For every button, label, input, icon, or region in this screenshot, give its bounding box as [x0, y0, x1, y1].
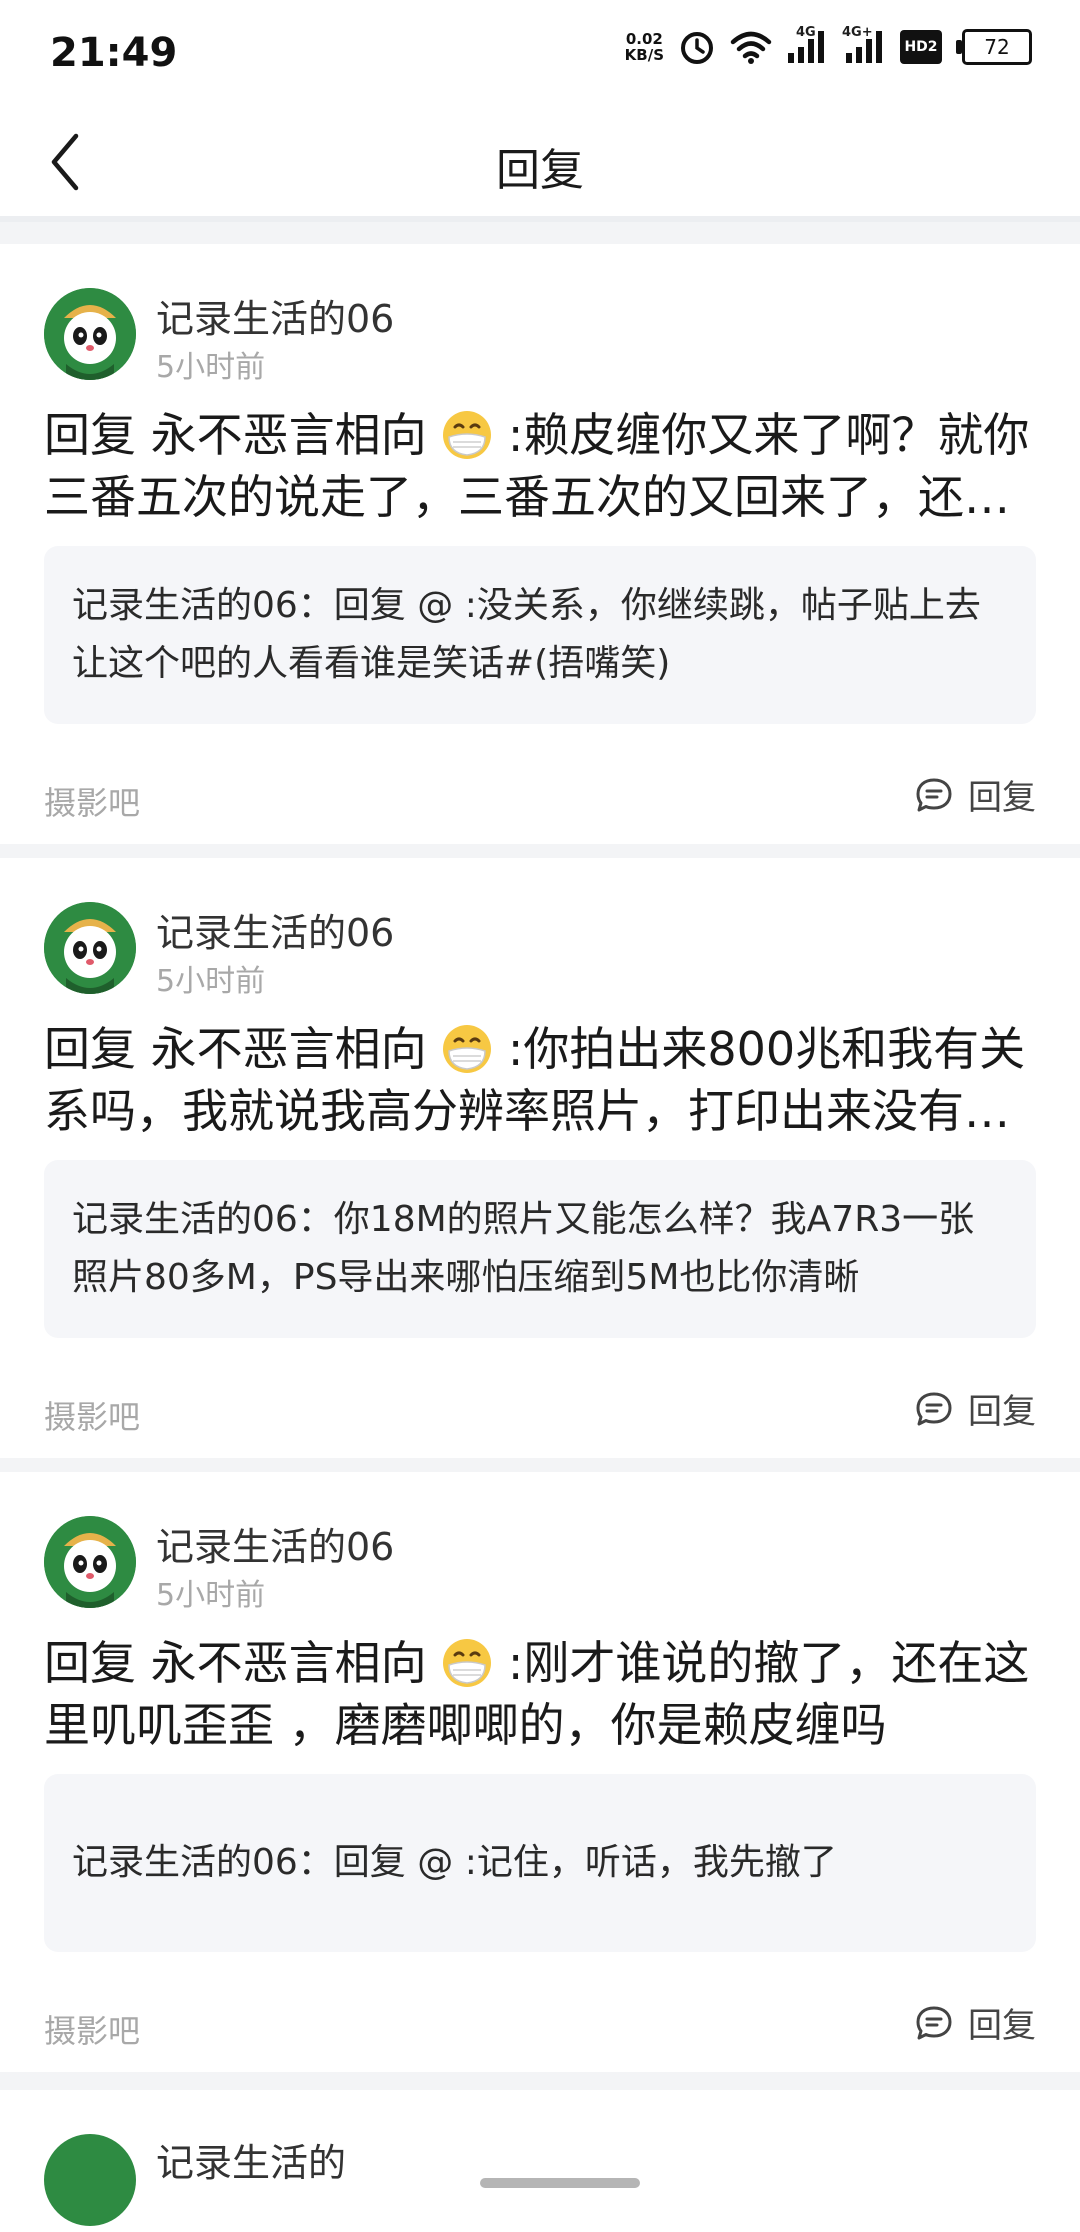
forum-name[interactable]: 摄影吧 [44, 2006, 140, 2052]
net-speed: 0.02 KB/S [624, 30, 664, 64]
avatar[interactable] [44, 1516, 136, 1608]
reply-prefix: 回复 永不恶言相向 [44, 408, 427, 462]
hd-icon: HD2 [900, 30, 942, 64]
reply-prefix: 回复 永不恶言相向 [44, 1022, 427, 1076]
comment-icon [916, 778, 952, 811]
mask-face-emoji-icon [443, 1025, 492, 1073]
username[interactable]: 记录生活的 [156, 2132, 346, 2187]
username[interactable]: 记录生活的06 [156, 902, 394, 957]
forum-name[interactable]: 摄影吧 [44, 778, 140, 824]
status-bar: 21:49 0.02 KB/S 4G 4G+ HD2 72 [0, 0, 1080, 108]
reply-button[interactable]: 回复 [914, 770, 1036, 819]
home-indicator[interactable] [480, 2178, 640, 2188]
avatar[interactable] [44, 288, 136, 380]
quoted-text: 记录生活的06：回复 @ :记住，听话，我先撤了 [72, 1842, 837, 1883]
reply-label: 回复 [968, 2006, 1036, 2046]
reply-text[interactable]: 回复 永不恶言相向 :刚才谁说的撤了，还在这里叽叽歪歪 ，磨磨唧唧的，你是赖皮缠… [44, 1632, 1036, 1756]
page-title: 回复 [496, 145, 584, 196]
alarm-icon [681, 32, 713, 64]
panda-avatar-icon [44, 902, 136, 994]
quoted-reply[interactable]: 记录生活的06：回复 @ :记住，听话，我先撤了 [44, 1774, 1036, 1952]
reply-label: 回复 [968, 1392, 1036, 1432]
quoted-reply[interactable]: 记录生活的06：回复 @ :没关系，你继续跳，帖子贴上去让这个吧的人看看谁是笑话… [44, 546, 1036, 724]
avatar[interactable] [44, 902, 136, 994]
avatar[interactable] [44, 2134, 136, 2226]
forum-name[interactable]: 摄影吧 [44, 1392, 140, 1438]
reply-button[interactable]: 回复 [914, 1384, 1036, 1433]
username[interactable]: 记录生活的06 [156, 1516, 394, 1571]
quoted-reply[interactable]: 记录生活的06：你18M的照片又能怎么样？我A7R3一张照片80多M，PS导出来… [44, 1160, 1036, 1338]
username[interactable]: 记录生活的06 [156, 288, 394, 343]
signal-icon: 4G+ [840, 25, 886, 65]
reply-card[interactable]: 记录生活的06 5小时前 回复 永不恶言相向 :你拍出来800兆和我有关系吗，我… [0, 858, 1080, 1458]
quoted-text: 记录生活的06：回复 @ :没关系，你继续跳，帖子贴上去让这个吧的人看看谁是笑话… [72, 585, 981, 684]
reply-card[interactable]: 记录生活的06 5小时前 回复 永不恶言相向 :赖皮缠你又来了啊？就你三番五次的… [0, 244, 1080, 844]
app-header: 回复 [0, 108, 1080, 222]
reply-label: 回复 [968, 778, 1036, 818]
quoted-text: 记录生活的06：你18M的照片又能怎么样？我A7R3一张照片80多M，PS导出来… [72, 1199, 975, 1298]
reply-text[interactable]: 回复 永不恶言相向 :你拍出来800兆和我有关系吗，我就说我高分辨率照片，打印出… [44, 1018, 1036, 1142]
comment-icon [916, 1392, 952, 1425]
comment-icon [916, 2006, 952, 2039]
post-time: 5小时前 [156, 350, 266, 385]
reply-card[interactable]: 记录生活的06 5小时前 回复 永不恶言相向 :刚才谁说的撤了，还在这里叽叽歪歪… [0, 1472, 1080, 2072]
wifi-icon [730, 31, 772, 64]
signal-icon: 4G [786, 25, 826, 65]
reply-text[interactable]: 回复 永不恶言相向 :赖皮缠你又来了啊？就你三番五次的说走了，三番五次的又回来了… [44, 404, 1036, 528]
mask-face-emoji-icon [443, 1639, 492, 1687]
reply-card-partial[interactable]: 记录生活的 [0, 2090, 1080, 2232]
panda-avatar-icon [44, 1516, 136, 1608]
reply-button[interactable]: 回复 [914, 1998, 1036, 2047]
mask-face-emoji-icon [443, 411, 492, 459]
panda-avatar-icon [44, 288, 136, 380]
battery-icon: 72 [956, 29, 1032, 65]
status-time: 21:49 [50, 30, 178, 76]
post-time: 5小时前 [156, 1578, 266, 1613]
post-time: 5小时前 [156, 964, 266, 999]
reply-prefix: 回复 永不恶言相向 [44, 1636, 427, 1690]
status-icons: 0.02 KB/S 4G 4G+ HD2 72 [624, 25, 1032, 66]
